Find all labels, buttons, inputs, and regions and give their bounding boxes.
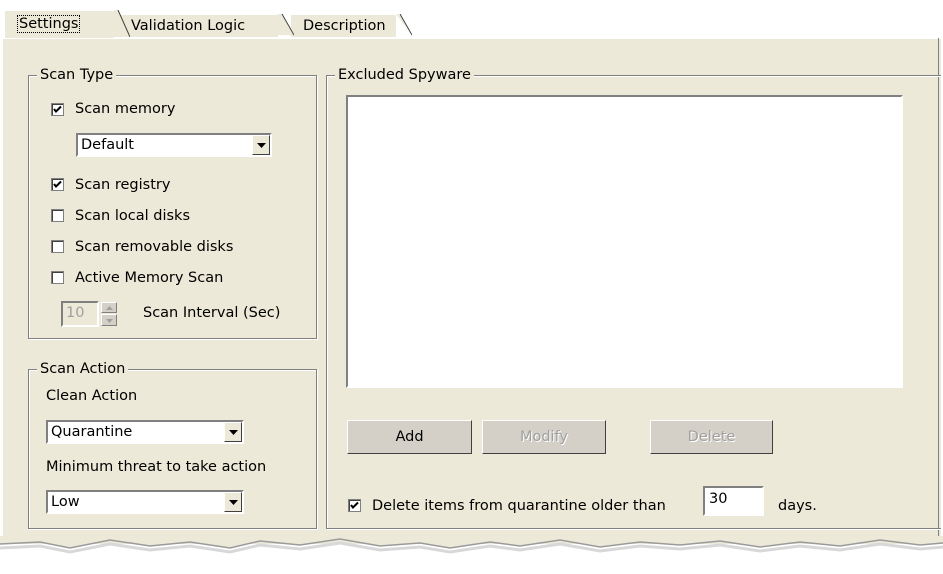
excluded-spyware-title: Excluded Spyware <box>335 65 474 85</box>
clean-action-label: Clean Action <box>46 388 138 404</box>
add-button[interactable]: Add <box>347 420 472 454</box>
days-suffix-label: days. <box>778 498 817 514</box>
tab-validation-logic-label: Validation Logic <box>131 18 246 34</box>
chevron-down-icon[interactable] <box>252 135 270 155</box>
add-button-label: Add <box>395 429 424 445</box>
modify-button[interactable]: Modify <box>482 420 606 454</box>
scan-local-disks-label: Scan local disks <box>75 208 190 224</box>
tab-settings[interactable]: Settings <box>4 10 130 38</box>
clean-action-select[interactable]: Quarantine <box>46 420 244 444</box>
scan-interval-label: Scan Interval (Sec) <box>143 305 281 321</box>
active-memory-scan-label: Active Memory Scan <box>75 270 224 286</box>
scan-registry-checkbox[interactable] <box>51 178 64 191</box>
spin-up-button[interactable] <box>101 302 117 313</box>
arrow-down-icon <box>106 319 113 323</box>
scan-memory-checkbox[interactable] <box>51 103 64 116</box>
scan-interval-spinner[interactable] <box>101 302 117 326</box>
check-icon <box>350 501 359 509</box>
check-icon <box>53 180 62 188</box>
scan-removable-disks-label: Scan removable disks <box>75 239 234 255</box>
clean-action-value: Quarantine <box>51 424 133 440</box>
chevron-down-icon[interactable] <box>224 422 242 442</box>
excluded-spyware-list[interactable] <box>346 95 903 388</box>
delete-quarantine-label: Delete items from quarantine older than <box>372 498 666 514</box>
scan-local-disks-checkbox[interactable] <box>51 209 64 222</box>
chevron-down-icon[interactable] <box>224 492 242 512</box>
tab-settings-label: Settings <box>17 15 81 33</box>
tab-description-label: Description <box>303 18 386 34</box>
active-memory-scan-checkbox[interactable] <box>51 271 64 284</box>
min-threat-value: Low <box>51 494 80 510</box>
scan-interval-input[interactable]: 10 <box>61 301 99 327</box>
delete-quarantine-checkbox[interactable] <box>348 499 361 512</box>
min-threat-select[interactable]: Low <box>46 490 244 514</box>
tab-description[interactable]: Description <box>290 14 412 38</box>
quarantine-days-input[interactable]: 30 <box>703 486 764 516</box>
min-threat-label: Minimum threat to take action <box>46 459 267 475</box>
scan-interval-value: 10 <box>66 305 85 321</box>
modify-button-label: Modify <box>519 429 569 445</box>
scan-removable-disks-checkbox[interactable] <box>51 240 64 253</box>
scan-memory-label: Scan memory <box>75 101 176 117</box>
settings-dialog: Description Validation Logic Settings Sc… <box>0 0 943 574</box>
check-icon <box>53 105 62 113</box>
delete-button[interactable]: Delete <box>650 420 773 454</box>
scan-action-title: Scan Action <box>37 359 129 379</box>
quarantine-days-value: 30 <box>709 491 728 507</box>
memory-mode-value: Default <box>81 137 134 153</box>
torn-edge-decoration <box>0 536 943 554</box>
memory-mode-select[interactable]: Default <box>76 133 272 157</box>
arrow-up-icon <box>106 306 113 310</box>
scan-type-title: Scan Type <box>37 65 117 85</box>
spin-down-button[interactable] <box>101 314 117 326</box>
tab-validation-logic[interactable]: Validation Logic <box>118 14 294 38</box>
scan-registry-label: Scan registry <box>75 177 171 193</box>
delete-button-label: Delete <box>687 429 736 445</box>
